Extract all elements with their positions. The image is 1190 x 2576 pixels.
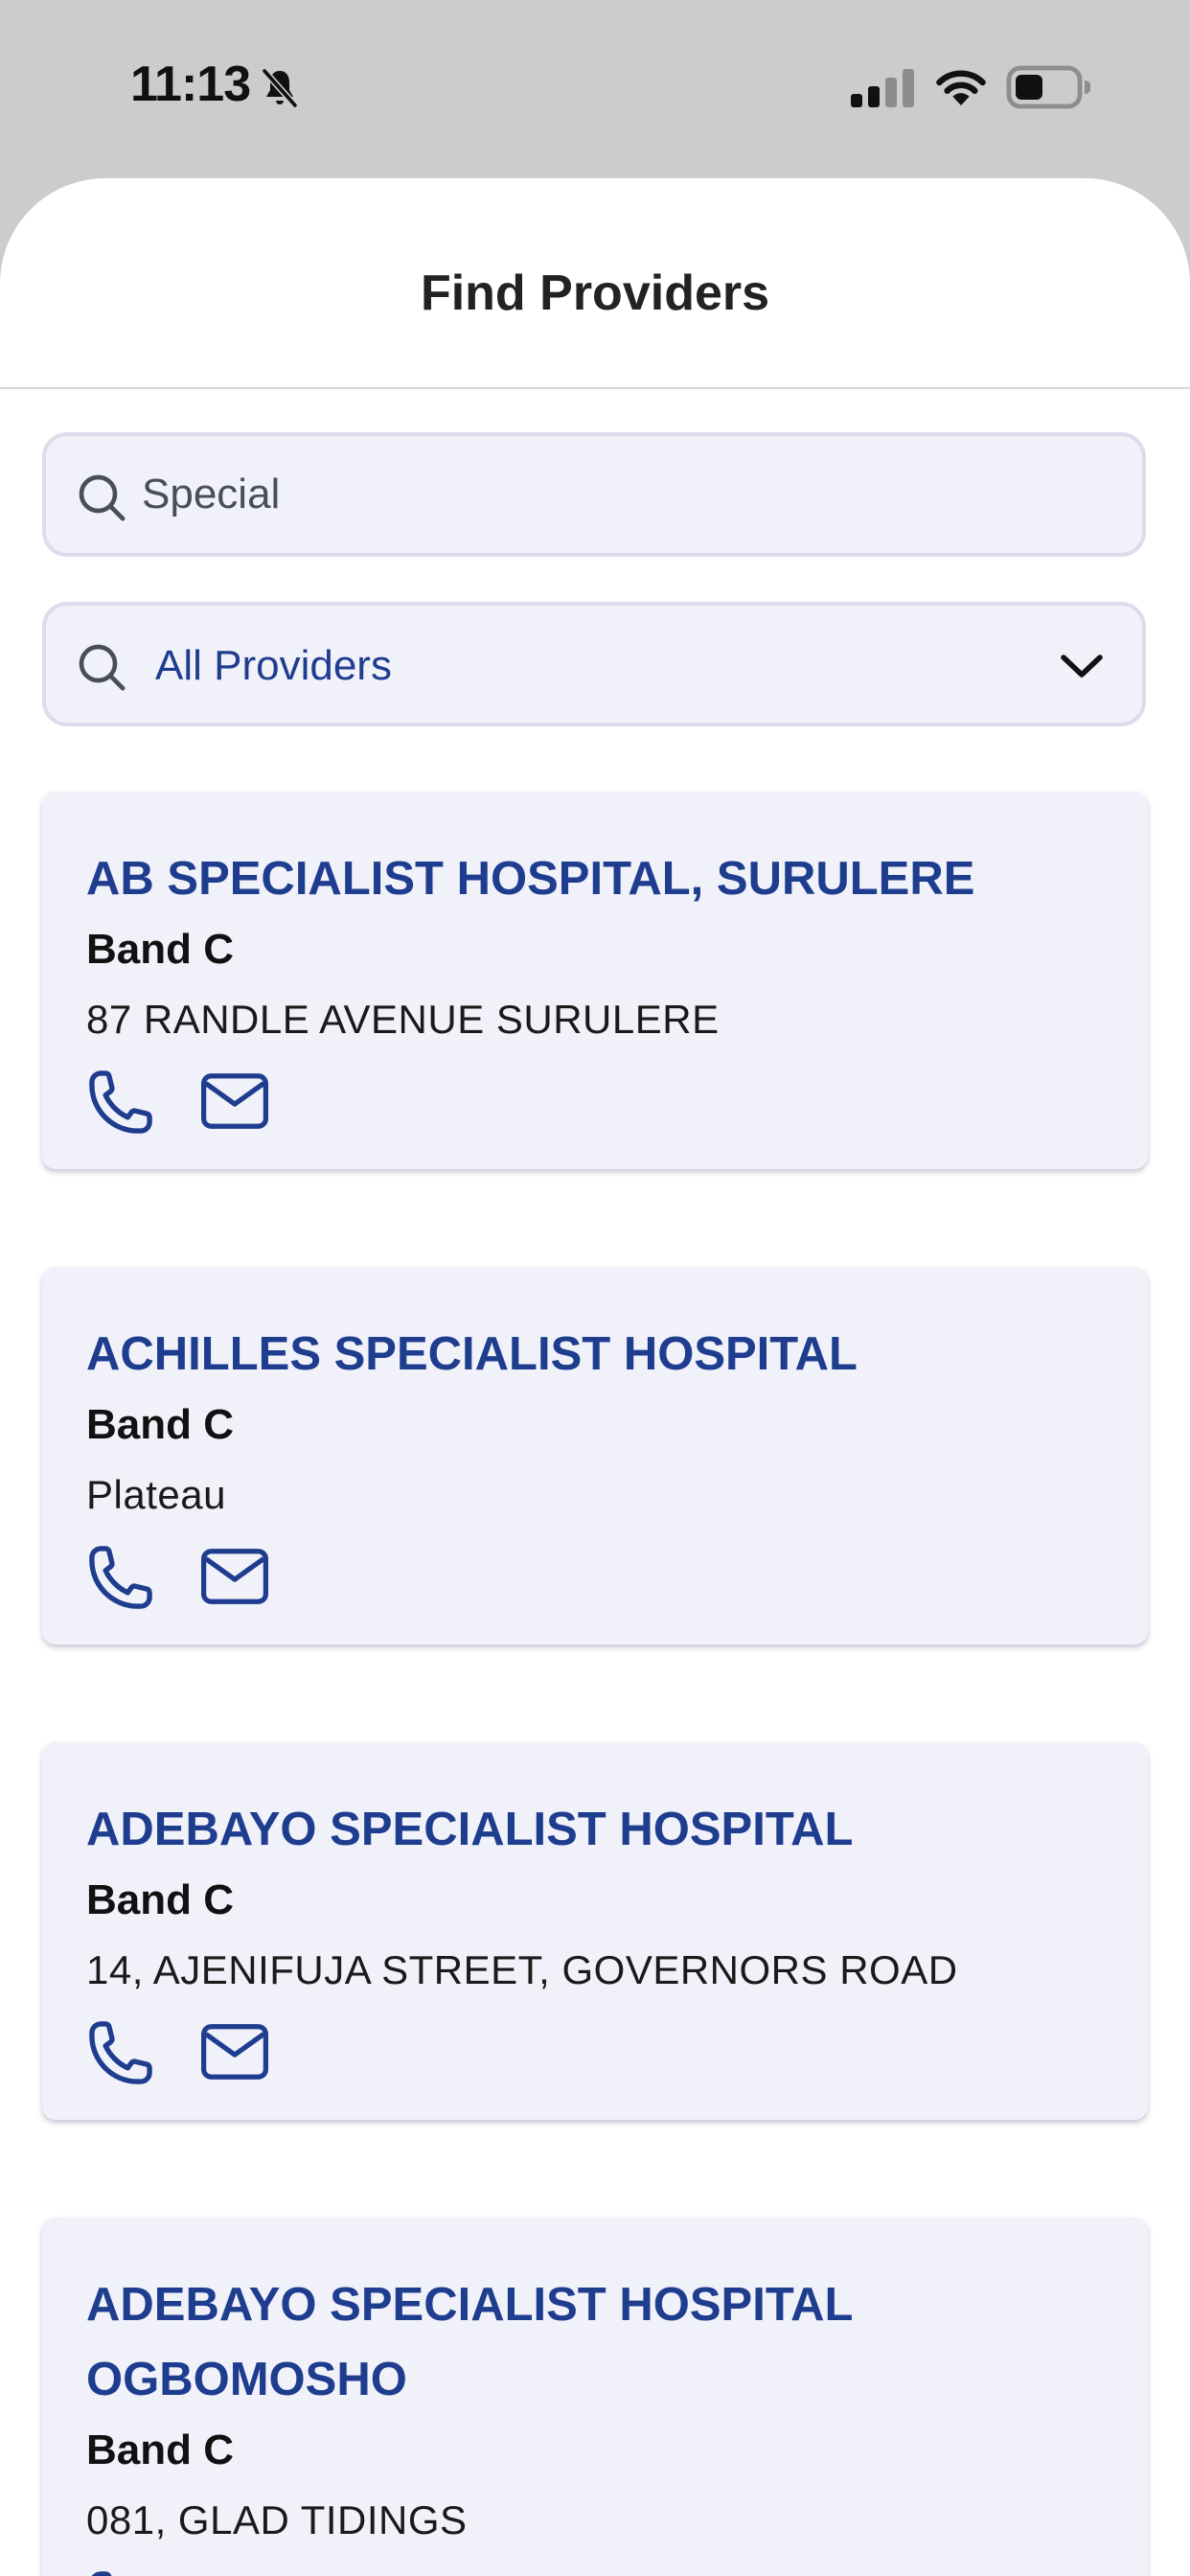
provider-card[interactable]: AB SPECIALIST HOSPITAL, SURULERE Band C … bbox=[42, 792, 1148, 1169]
provider-band: Band C bbox=[86, 1401, 234, 1448]
mail-icon[interactable] bbox=[199, 2020, 270, 2083]
mail-icon[interactable] bbox=[199, 1070, 270, 1133]
sheet-header: Find Providers bbox=[0, 178, 1190, 389]
search-icon bbox=[79, 474, 126, 521]
bell-slash-icon bbox=[262, 68, 298, 108]
provider-address: Plateau bbox=[86, 1472, 226, 1517]
phone-icon[interactable] bbox=[84, 1066, 157, 1138]
provider-name: AB SPECIALIST HOSPITAL, SURULERE bbox=[86, 853, 975, 905]
wifi-icon bbox=[936, 70, 986, 105]
search-icon bbox=[79, 644, 126, 691]
provider-band: Band C bbox=[86, 1876, 234, 1923]
phone-icon[interactable] bbox=[84, 2566, 157, 2576]
provider-card[interactable]: ACHILLES SPECIALIST HOSPITAL Band C Plat… bbox=[42, 1267, 1148, 1644]
provider-band: Band C bbox=[86, 926, 234, 973]
search-input[interactable] bbox=[142, 436, 1100, 553]
provider-name: ADEBAYO SPECIALIST HOSPITAL bbox=[86, 1804, 854, 1855]
status-time: 11:13 bbox=[130, 57, 251, 112]
chevron-down-icon[interactable] bbox=[1058, 646, 1106, 684]
provider-address: 081, GLAD TIDINGS bbox=[86, 2497, 468, 2542]
mail-icon[interactable] bbox=[199, 1545, 270, 1608]
provider-name: ACHILLES SPECIALIST HOSPITAL bbox=[86, 1328, 858, 1380]
provider-name: ADEBAYO SPECIALIST HOSPITAL OGBOMOSHO bbox=[86, 2279, 853, 2405]
status-bar: 11:13 bbox=[0, 0, 1190, 178]
find-providers-sheet: Find Providers All Providers AB SPECIALI… bbox=[0, 178, 1190, 2576]
search-field[interactable] bbox=[42, 432, 1146, 557]
provider-address: 87 RANDLE AVENUE SURULERE bbox=[86, 997, 720, 1042]
provider-card[interactable]: ADEBAYO SPECIALIST HOSPITAL OGBOMOSHO Ba… bbox=[42, 2218, 1148, 2576]
provider-address: 14, AJENIFUJA STREET, GOVERNORS ROAD bbox=[86, 1947, 958, 1992]
phone-icon[interactable] bbox=[84, 1541, 157, 1614]
phone-icon[interactable] bbox=[84, 2016, 157, 2089]
page-title: Find Providers bbox=[420, 265, 770, 321]
battery-icon bbox=[1006, 65, 1090, 109]
provider-card[interactable]: ADEBAYO SPECIALIST HOSPITAL Band C 14, A… bbox=[42, 1742, 1148, 2120]
provider-type-select[interactable]: All Providers bbox=[42, 602, 1146, 726]
cellular-signal-icon bbox=[851, 69, 914, 107]
select-value: All Providers bbox=[155, 642, 392, 689]
provider-band: Band C bbox=[86, 2426, 234, 2473]
